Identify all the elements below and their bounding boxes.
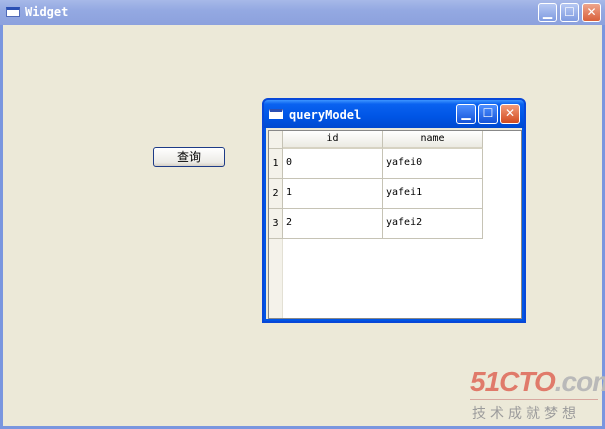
table-cell-name[interactable]: yafei1 <box>383 179 483 209</box>
row-header[interactable]: 3 <box>269 209 283 239</box>
table-cell-id[interactable]: 1 <box>283 179 383 209</box>
model-title-bar[interactable]: queryModel ▁ ☐ ✕ <box>264 100 524 128</box>
main-title-bar[interactable]: Widget ▁ ☐ ✕ <box>0 0 605 25</box>
maximize-button[interactable]: ☐ <box>560 3 579 22</box>
model-window-title: queryModel <box>289 108 362 122</box>
query-button[interactable]: 查询 <box>153 147 225 167</box>
row-header-empty <box>269 239 283 318</box>
window-icon <box>269 109 283 119</box>
watermark-logo: 51CTO.com <box>470 366 605 398</box>
table-cell-id[interactable]: 2 <box>283 209 383 239</box>
column-header-id[interactable]: id <box>283 131 383 149</box>
model-minimize-button[interactable]: ▁ <box>456 104 476 124</box>
table-corner-button[interactable] <box>269 131 283 149</box>
minimize-button[interactable]: ▁ <box>538 3 557 22</box>
query-model-window: queryModel ▁ ☐ ✕ id name 1 0 yafei0 2 1 … <box>262 98 526 323</box>
table-cell-name[interactable]: yafei2 <box>383 209 483 239</box>
model-client-area: id name 1 0 yafei0 2 1 yafei1 3 2 yafei2 <box>266 128 522 319</box>
model-close-button[interactable]: ✕ <box>500 104 520 124</box>
column-header-name[interactable]: name <box>383 131 483 149</box>
table-cell-id[interactable]: 0 <box>283 149 383 179</box>
watermark-tagline: 技术成就梦想 <box>472 406 580 422</box>
close-button[interactable]: ✕ <box>582 3 601 22</box>
row-header[interactable]: 2 <box>269 179 283 209</box>
table-cell-name[interactable]: yafei0 <box>383 149 483 179</box>
watermark: 51CTO.com 技术成就梦想 <box>470 366 605 426</box>
watermark-logo-red: 51CTO <box>470 366 556 397</box>
watermark-divider <box>470 399 598 400</box>
row-header[interactable]: 1 <box>269 149 283 179</box>
window-icon <box>6 7 20 17</box>
model-maximize-button[interactable]: ☐ <box>478 104 498 124</box>
watermark-logo-gray: .com <box>554 366 605 397</box>
main-window-title: Widget <box>25 5 69 19</box>
table-view[interactable]: id name 1 0 yafei0 2 1 yafei1 3 2 yafei2 <box>268 130 522 319</box>
